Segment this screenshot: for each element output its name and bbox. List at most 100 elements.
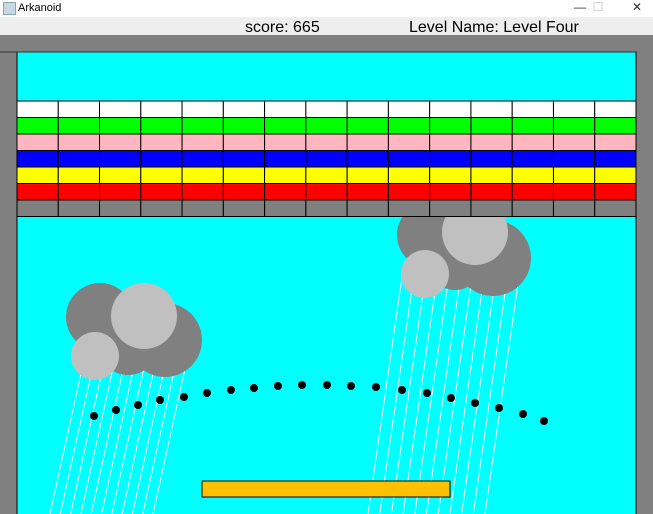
close-button[interactable]: ✕ <box>622 0 652 14</box>
brick <box>264 166 307 184</box>
ball <box>203 389 211 397</box>
brick <box>552 100 596 118</box>
brick <box>429 183 472 201</box>
brick <box>222 150 266 168</box>
brick <box>181 199 224 217</box>
brick <box>16 133 59 151</box>
ball <box>423 389 431 397</box>
brick <box>511 183 554 201</box>
brick <box>511 100 554 118</box>
ball <box>227 386 235 394</box>
ball <box>274 382 282 390</box>
brick <box>346 199 389 217</box>
brick <box>140 183 183 201</box>
brick <box>16 100 59 118</box>
brick <box>470 117 513 135</box>
brick <box>99 183 142 201</box>
ball <box>90 412 98 420</box>
brick <box>470 133 513 151</box>
brick <box>552 199 596 217</box>
brick <box>429 166 472 184</box>
brick <box>552 117 596 135</box>
brick <box>470 100 513 118</box>
ball <box>471 399 479 407</box>
brick <box>305 100 348 118</box>
brick <box>429 199 472 217</box>
brick <box>594 166 637 184</box>
brick <box>222 199 266 217</box>
brick <box>181 100 224 118</box>
brick <box>470 199 513 217</box>
title-bar: Arkanoid — ☐ ✕ <box>0 0 653 17</box>
brick <box>387 133 431 151</box>
brick <box>99 150 142 168</box>
brick <box>594 150 637 168</box>
brick <box>346 117 389 135</box>
brick <box>16 117 59 135</box>
brick <box>387 166 431 184</box>
ball <box>447 394 455 402</box>
ball <box>156 396 164 404</box>
ball <box>372 383 380 391</box>
brick <box>264 150 307 168</box>
brick <box>346 183 389 201</box>
brick <box>222 183 266 201</box>
brick <box>222 100 266 118</box>
brick <box>387 199 431 217</box>
brick <box>222 166 266 184</box>
brick <box>57 166 101 184</box>
brick <box>305 150 348 168</box>
brick <box>346 166 389 184</box>
brick <box>99 166 142 184</box>
brick <box>511 199 554 217</box>
brick <box>594 100 637 118</box>
brick <box>181 166 224 184</box>
brick <box>264 117 307 135</box>
brick <box>387 100 431 118</box>
brick <box>429 100 472 118</box>
brick <box>16 150 59 168</box>
score-label: score: 665 <box>245 19 320 36</box>
brick <box>16 183 59 201</box>
brick <box>16 166 59 184</box>
ball <box>298 381 306 389</box>
ball <box>180 393 188 401</box>
brick <box>305 166 348 184</box>
brick <box>346 100 389 118</box>
brick <box>305 199 348 217</box>
brick <box>57 100 101 118</box>
java-app-icon <box>3 2 16 15</box>
brick <box>429 150 472 168</box>
brick <box>181 133 224 151</box>
ball <box>519 410 527 418</box>
brick <box>594 117 637 135</box>
brick <box>511 150 554 168</box>
brick <box>140 100 183 118</box>
brick <box>552 183 596 201</box>
brick <box>429 133 472 151</box>
brick <box>346 150 389 168</box>
brick <box>57 183 101 201</box>
brick <box>57 133 101 151</box>
ball <box>323 381 331 389</box>
brick <box>387 183 431 201</box>
brick <box>470 166 513 184</box>
brick <box>140 133 183 151</box>
brick <box>552 166 596 184</box>
brick <box>99 199 142 217</box>
brick <box>470 183 513 201</box>
brick <box>181 183 224 201</box>
cloud <box>71 332 119 380</box>
cloud <box>401 250 449 298</box>
ball <box>134 401 142 409</box>
brick <box>222 133 266 151</box>
brick <box>140 166 183 184</box>
brick <box>387 117 431 135</box>
window-title: Arkanoid <box>18 2 62 14</box>
brick <box>346 133 389 151</box>
brick <box>99 133 142 151</box>
brick <box>594 199 637 217</box>
maximize-button[interactable]: ☐ <box>583 0 613 14</box>
brick <box>511 166 554 184</box>
brick <box>222 117 266 135</box>
